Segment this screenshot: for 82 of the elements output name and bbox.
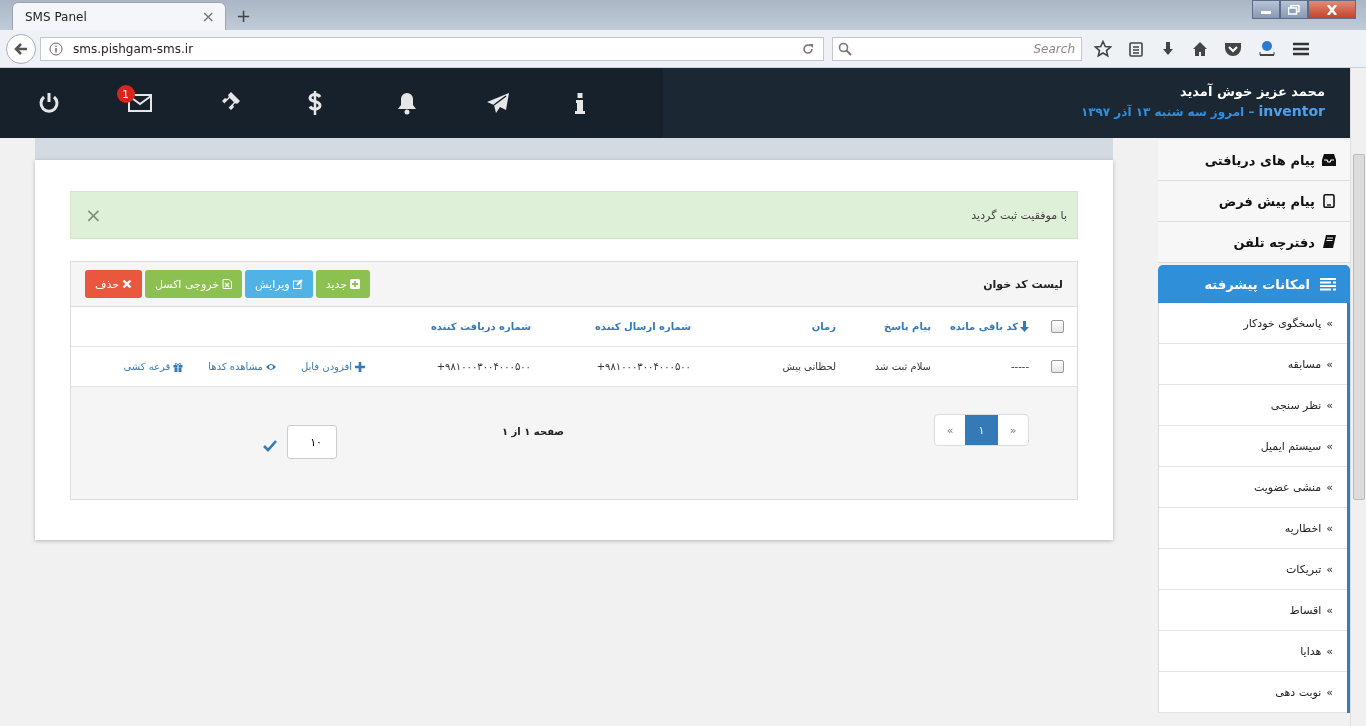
submenu-item[interactable]: » نوبت دهی	[1159, 672, 1347, 713]
panel-title: لیست کد خوان	[983, 277, 1063, 291]
table-cell: +۹۸۱۰۰۰۳۰۰۴۰۰۰۵۰۰	[436, 361, 531, 372]
close-icon[interactable]: ×	[201, 7, 215, 26]
list-icon	[1320, 277, 1336, 291]
new-tab-button[interactable]: +	[236, 5, 252, 26]
search-field[interactable]: Search	[832, 36, 1082, 61]
table-cell: -----	[1010, 361, 1029, 372]
plus-icon	[355, 361, 365, 372]
minimize-icon[interactable]	[1252, 0, 1280, 19]
tab-title: SMS Panel	[25, 9, 87, 24]
action-link[interactable]: قرعه کشی	[123, 361, 184, 372]
submenu-item[interactable]: » منشی عضویت	[1159, 467, 1347, 508]
book-icon	[1322, 235, 1336, 249]
table-cell: +۹۸۱۰۰۰۳۰۰۴۰۰۰۵۰۰	[596, 361, 691, 372]
action-link[interactable]: افزودن فایل	[300, 361, 365, 372]
sidebar-section[interactable]: امکانات پیشرفته	[1158, 265, 1350, 303]
pagination-button[interactable]: «	[935, 415, 965, 445]
menu-icon[interactable]	[1292, 40, 1310, 57]
download-icon[interactable]	[1160, 40, 1176, 57]
info-icon[interactable]	[575, 92, 586, 114]
pocket-icon[interactable]	[1224, 40, 1242, 57]
submenu-item[interactable]: » مسابقه	[1159, 344, 1347, 385]
reload-icon[interactable]	[801, 41, 815, 56]
page-size-field[interactable]: ۱۰	[287, 425, 337, 459]
action-link[interactable]: مشاهده کدها	[208, 361, 276, 372]
eye-icon	[265, 361, 276, 372]
tablet-icon	[1322, 194, 1336, 208]
bell-icon[interactable]	[396, 91, 419, 115]
restore-icon[interactable]	[1280, 0, 1308, 19]
sort-arrow-icon[interactable]	[1020, 321, 1029, 332]
close-icon[interactable]	[1308, 0, 1356, 19]
pencil-square-icon	[292, 279, 303, 289]
submenu-item[interactable]: » نظر سنجی	[1159, 385, 1347, 426]
column-header[interactable]: کد باقی مانده	[949, 321, 1029, 332]
sidebar-item[interactable]: دفترچه تلفن	[1158, 222, 1350, 263]
home-icon[interactable]	[1192, 40, 1208, 57]
column-header[interactable]: شماره ارسال کننده	[594, 321, 691, 332]
notification-badge: 1	[116, 85, 135, 103]
back-button[interactable]	[6, 33, 36, 64]
pagination-button[interactable]: »	[998, 415, 1028, 445]
gift-icon	[173, 361, 184, 372]
column-header[interactable]: شماره دریافت کننده	[430, 321, 531, 332]
column-header[interactable]: زمان	[811, 321, 836, 332]
star-icon[interactable]	[1094, 39, 1112, 58]
delete-button[interactable]: حذف	[85, 270, 142, 298]
checkbox[interactable]	[1050, 320, 1064, 333]
check-icon[interactable]	[263, 440, 277, 452]
scrollbar[interactable]	[1350, 68, 1366, 726]
table-cell: سلام ثبت شد	[874, 361, 931, 372]
close-icon	[122, 279, 132, 289]
close-button[interactable]: ×	[85, 203, 102, 227]
submenu-item[interactable]: » سیستم ایمیل	[1159, 426, 1347, 467]
username-link[interactable]: inventor	[1258, 103, 1325, 119]
browser-tab[interactable]: SMS Panel ×	[12, 2, 226, 30]
checkbox[interactable]	[1050, 360, 1064, 373]
page-info: صفحه ۱ از ۱	[502, 426, 564, 437]
plus-square-icon	[350, 279, 361, 289]
spreadsheet-file-icon	[222, 279, 233, 289]
alert-message: با موفقیت ثبت گردید	[971, 208, 1067, 222]
dollar-icon[interactable]	[306, 91, 323, 115]
submenu-item[interactable]: » تبریکات	[1159, 549, 1347, 590]
submenu-item[interactable]: » اقساط	[1159, 590, 1347, 631]
back-arrow-icon	[13, 40, 29, 57]
account-icon[interactable]	[1258, 39, 1276, 58]
submenu-item[interactable]: » هدایا	[1159, 631, 1347, 672]
address-bar[interactable]: sms.pishgam-sms.ir	[40, 36, 824, 61]
envelope-icon[interactable]	[127, 94, 152, 112]
column-header[interactable]: پیام پاسخ	[884, 321, 931, 332]
reading-list-icon[interactable]	[1128, 40, 1144, 57]
url-text: sms.pishgam-sms.ir	[73, 41, 195, 56]
sidebar-item[interactable]: پیام پیش فرض	[1158, 181, 1350, 222]
welcome-text: محمد عزیز خوش آمدید	[1179, 84, 1325, 99]
paper-plane-icon[interactable]	[485, 92, 510, 114]
page-button[interactable]: ۱	[965, 415, 998, 445]
table-cell: لحظاتی پیش	[782, 361, 836, 372]
sidebar-item[interactable]: پیام های دریافتی	[1158, 140, 1350, 181]
submenu-item[interactable]: » اخطاریه	[1159, 508, 1347, 549]
power-icon[interactable]	[38, 92, 60, 114]
inbox-icon	[1322, 153, 1336, 167]
date-text: – امروز سه شنبه ۱۳ آذر ۱۳۹۷	[1080, 105, 1255, 119]
submenu-item[interactable]: » پاسخگوی خودکار	[1159, 303, 1347, 344]
